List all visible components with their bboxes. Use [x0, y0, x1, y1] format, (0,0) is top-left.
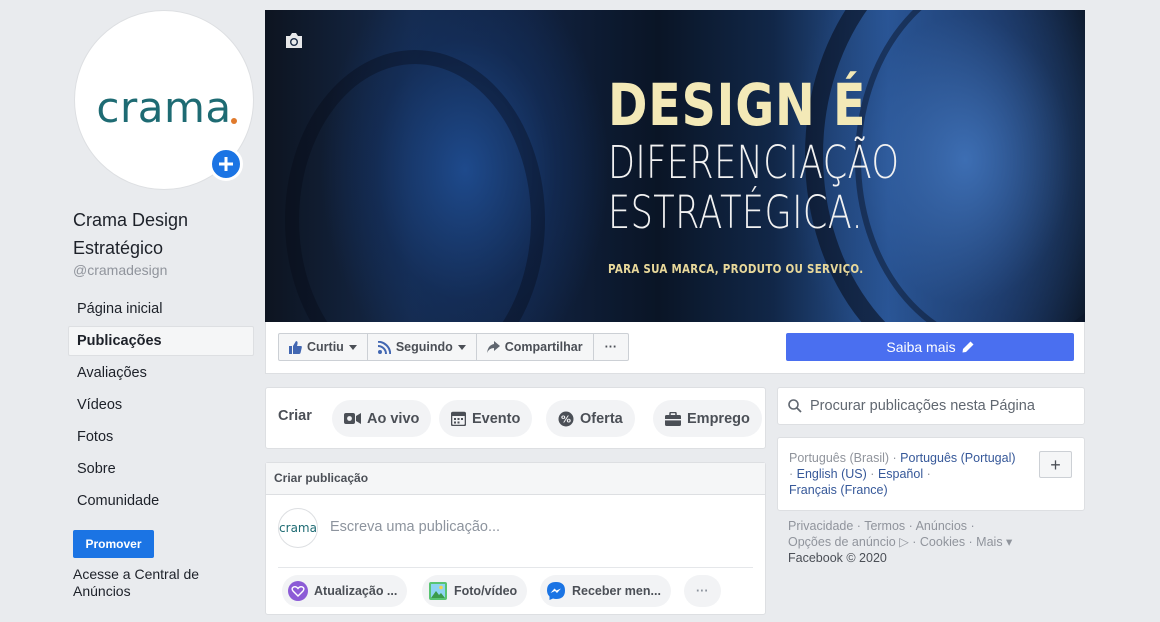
logo-text: crama	[96, 82, 232, 132]
language-link-en-us[interactable]: English (US)	[797, 467, 867, 481]
search-icon	[788, 399, 802, 413]
nav-item-videos[interactable]: Vídeos	[68, 390, 254, 420]
chevron-down-icon	[457, 344, 466, 350]
like-button[interactable]: Curtiu	[279, 334, 368, 360]
heart-icon	[288, 581, 308, 601]
divider	[278, 567, 753, 568]
cover-photo[interactable]: DESIGN É DIFERENCIAÇÃO ESTRATÉGICA. PARA…	[265, 10, 1085, 322]
cover-headline: DESIGN É	[608, 71, 867, 139]
avatar: crama	[278, 508, 318, 548]
cover-decoration	[285, 50, 545, 322]
more-dots-icon: ···	[696, 584, 709, 598]
job-label: Emprego	[687, 410, 750, 427]
page-name[interactable]: Crama Design Estratégico	[73, 206, 253, 262]
event-label: Evento	[472, 410, 521, 427]
search-posts-box	[777, 387, 1085, 425]
language-link-fr[interactable]: Français (France)	[789, 483, 888, 497]
nav-item-publicacoes[interactable]: Publicações	[68, 326, 254, 356]
nav-item-comunidade[interactable]: Comunidade	[68, 486, 254, 516]
briefcase-icon	[665, 411, 681, 426]
nav-item-fotos[interactable]: Fotos	[68, 422, 254, 452]
share-arrow-icon	[486, 341, 500, 353]
status-update-label: Atualização ...	[314, 584, 398, 598]
promote-button[interactable]: Promover	[73, 530, 154, 558]
pencil-icon[interactable]	[962, 341, 974, 353]
status-update-button[interactable]: Atualização ...	[282, 575, 408, 607]
job-button[interactable]: Emprego	[653, 400, 762, 437]
share-label: Compartilhar	[504, 340, 583, 354]
current-language: Português (Brasil)	[789, 451, 890, 465]
cover-line-3: ESTRATÉGICA.	[608, 186, 864, 239]
plus-icon	[219, 157, 233, 171]
page-action-bar: Curtiu Seguindo Compartilhar ··· Saiba m…	[265, 322, 1085, 374]
nav-item-pagina-inicial[interactable]: Página inicial	[68, 294, 254, 324]
avatar-logo-text: crama	[279, 521, 317, 535]
more-dots-icon: ···	[604, 340, 618, 354]
svg-text:%: %	[561, 414, 571, 425]
language-link-es[interactable]: Español	[878, 467, 923, 481]
follow-button[interactable]: Seguindo	[368, 334, 477, 360]
action-button-group: Curtiu Seguindo Compartilhar ···	[278, 333, 630, 361]
chevron-down-icon	[348, 344, 357, 350]
language-link-pt-pt[interactable]: Português (Portugal)	[900, 451, 1015, 465]
separator: ·	[926, 467, 931, 481]
follow-label: Seguindo	[395, 340, 453, 354]
photo-video-label: Foto/vídeo	[454, 584, 518, 598]
thumbs-up-icon	[289, 340, 302, 354]
footer-links: Privacidade · Termos · Anúncios · Opções…	[788, 518, 1078, 566]
calendar-icon	[451, 411, 466, 426]
cover-line-2: DIFERENCIAÇÃO	[608, 136, 900, 189]
search-input[interactable]	[810, 388, 1080, 424]
crama-logo: crama	[96, 82, 237, 132]
create-card: Criar Ao vivo Evento % Oferta Emprego	[265, 387, 766, 449]
create-label: Criar	[278, 408, 312, 424]
more-composer-options-button[interactable]: ···	[684, 575, 721, 607]
rss-icon	[377, 340, 391, 354]
learn-more-label: Saiba mais	[886, 339, 956, 355]
composer-header: Criar publicação	[266, 463, 765, 495]
post-input[interactable]: Escreva uma publicação...	[330, 519, 500, 535]
video-camera-icon	[344, 413, 361, 424]
messenger-icon	[547, 582, 565, 600]
like-label: Curtiu	[307, 340, 344, 354]
live-label: Ao vivo	[367, 410, 420, 427]
ads-center-link[interactable]: Acesse a Central de Anúncios	[73, 566, 243, 600]
more-options-button[interactable]: ···	[594, 334, 629, 360]
offer-label: Oferta	[580, 410, 623, 427]
live-button[interactable]: Ao vivo	[332, 400, 432, 437]
separator: ·	[789, 467, 797, 481]
discount-tag-icon: %	[558, 411, 574, 426]
footer-line-1[interactable]: Privacidade · Termos · Anúncios ·	[788, 518, 1078, 534]
logo-dot	[230, 117, 237, 124]
nav-item-avaliacoes[interactable]: Avaliações	[68, 358, 254, 388]
copyright: Facebook © 2020	[788, 551, 887, 565]
receive-messages-label: Receber men...	[572, 584, 661, 598]
page-handle[interactable]: @cramadesign	[73, 262, 167, 278]
photo-video-button[interactable]: Foto/vídeo	[422, 575, 528, 607]
separator: ·	[870, 467, 878, 481]
cover-text: DESIGN É DIFERENCIAÇÃO ESTRATÉGICA. PARA…	[608, 72, 982, 276]
share-button[interactable]: Compartilhar	[477, 334, 594, 360]
receive-messages-button[interactable]: Receber men...	[540, 575, 671, 607]
add-language-button[interactable]: +	[1039, 451, 1072, 478]
event-button[interactable]: Evento	[439, 400, 533, 437]
add-profile-photo-button[interactable]	[209, 147, 243, 181]
photo-icon	[429, 582, 447, 600]
camera-icon[interactable]	[284, 32, 304, 54]
language-selector: Português (Brasil) · Português (Portugal…	[777, 437, 1085, 511]
left-nav: Página inicial Publicações Avaliações Ví…	[68, 294, 254, 518]
post-composer: Criar publicação crama Escreva uma publi…	[265, 462, 766, 615]
footer-line-2[interactable]: Opções de anúncio ▷ · Cookies · Mais ▾	[788, 534, 1078, 550]
nav-item-sobre[interactable]: Sobre	[68, 454, 254, 484]
offer-button[interactable]: % Oferta	[546, 400, 635, 437]
cover-tagline: PARA SUA MARCA, PRODUTO OU SERVIÇO.	[608, 262, 864, 276]
learn-more-button[interactable]: Saiba mais	[786, 333, 1074, 361]
